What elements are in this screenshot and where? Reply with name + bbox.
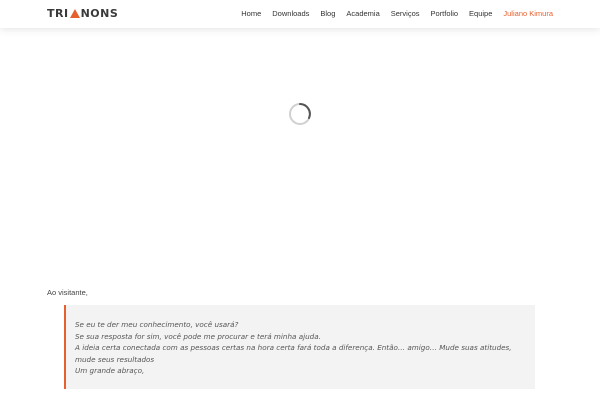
quote-line: A ideia certa conectada com as pessoas c… [75, 343, 512, 364]
triangle-icon [69, 9, 80, 18]
nav-link-equipe[interactable]: Equipe [469, 9, 492, 19]
nav-link-downloads[interactable]: Downloads [272, 9, 309, 19]
logo-text-right: NONS [80, 7, 119, 20]
nav-link-academia[interactable]: Academia [346, 9, 379, 19]
site-header: TRI NONS Home Downloads Blog Academia Se… [0, 0, 600, 28]
nav-link-servicos[interactable]: Serviços [391, 9, 420, 19]
quote-line: Um grande abraço, [75, 366, 145, 375]
loading-spinner-icon [288, 102, 312, 126]
nav-link-juliano-kimura[interactable]: Juliano Kimura [503, 9, 553, 19]
main-nav: Home Downloads Blog Academia Serviços Po… [241, 9, 553, 19]
brand-logo[interactable]: TRI NONS [47, 8, 118, 20]
nav-link-portfolio[interactable]: Portfolio [431, 9, 459, 19]
logo-text-left: TRI [47, 7, 69, 20]
quote-line: Se eu te der meu conhecimento, você usar… [75, 320, 239, 329]
nav-link-blog[interactable]: Blog [320, 9, 335, 19]
greeting-text: Ao visitante, [47, 288, 88, 297]
quote-line: Se sua resposta for sim, você pode me pr… [75, 331, 321, 341]
quote-block: Se eu te der meu conhecimento, você usar… [64, 305, 535, 389]
nav-link-home[interactable]: Home [241, 9, 261, 19]
